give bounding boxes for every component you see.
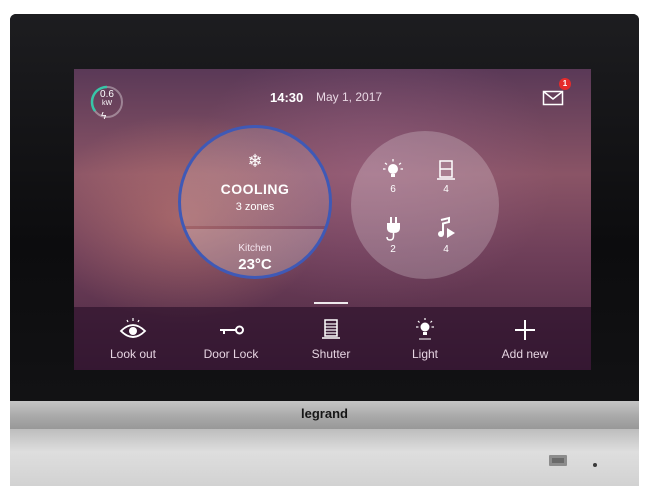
shutter-icon (437, 160, 455, 180)
shutters-summary[interactable]: 4 (426, 158, 466, 195)
plugs-summary[interactable]: 2 (373, 216, 413, 255)
touch-screen: 0.6 kW ϟ 14:30 May 1, 2017 1 ❄ COOLING 3… (74, 69, 591, 370)
lights-summary[interactable]: 6 (373, 158, 413, 195)
lightbulb-icon (383, 159, 403, 177)
envelope-icon (542, 90, 564, 106)
proximity-sensor (549, 455, 567, 466)
key-icon (220, 325, 244, 335)
climate-zones: 3 zones (235, 201, 275, 213)
power-value: 0.6 (100, 89, 114, 100)
brand-strip: legrand (10, 401, 639, 429)
dock-shutter[interactable]: Shutter (286, 307, 376, 370)
music-count: 4 (443, 244, 449, 255)
device-summary-widget[interactable] (351, 131, 499, 279)
music-icon (438, 216, 455, 238)
plus-icon (515, 320, 535, 340)
power-gauge[interactable]: 0.6 kW ϟ (90, 85, 124, 122)
plugs-count: 2 (390, 244, 396, 255)
status-led (593, 463, 597, 467)
lightbulb-icon (416, 318, 434, 340)
page-indicator (314, 302, 348, 304)
snowflake-icon: ❄ (247, 151, 263, 171)
climate-temperature: 23°C (238, 256, 272, 273)
dock-door-lock[interactable]: Door Lock (186, 307, 276, 370)
lights-count: 6 (390, 184, 396, 195)
dock-add-new[interactable]: Add new (480, 307, 570, 370)
power-unit: kW (101, 100, 113, 107)
dock-label: Look out (109, 347, 157, 361)
dock-label: Light (411, 347, 439, 361)
device-base (10, 429, 639, 486)
music-summary[interactable]: 4 (426, 216, 466, 255)
brand-logo: legrand (301, 406, 348, 421)
dock-label: Add new (501, 347, 549, 361)
status-bar: 0.6 kW ϟ 14:30 May 1, 2017 1 (74, 69, 591, 122)
dock-label: Shutter (311, 347, 351, 361)
bottom-dock: Look out Door Lock Shutter Light Add new (74, 307, 591, 370)
unread-badge: 1 (559, 78, 571, 90)
dock-label: Door Lock (203, 347, 259, 361)
shutters-count: 4 (443, 184, 449, 195)
eye-icon (119, 318, 147, 338)
dock-look-out[interactable]: Look out (88, 307, 178, 370)
shutter-icon (322, 319, 340, 339)
clock-date: May 1, 2017 (316, 90, 383, 104)
dock-light[interactable]: Light (380, 307, 470, 370)
climate-room: Kitchen (238, 243, 272, 254)
climate-mode: COOLING (220, 181, 290, 197)
bolt-icon: ϟ (101, 111, 107, 122)
clock-time: 14:30 (270, 90, 304, 105)
plug-icon (386, 217, 400, 241)
